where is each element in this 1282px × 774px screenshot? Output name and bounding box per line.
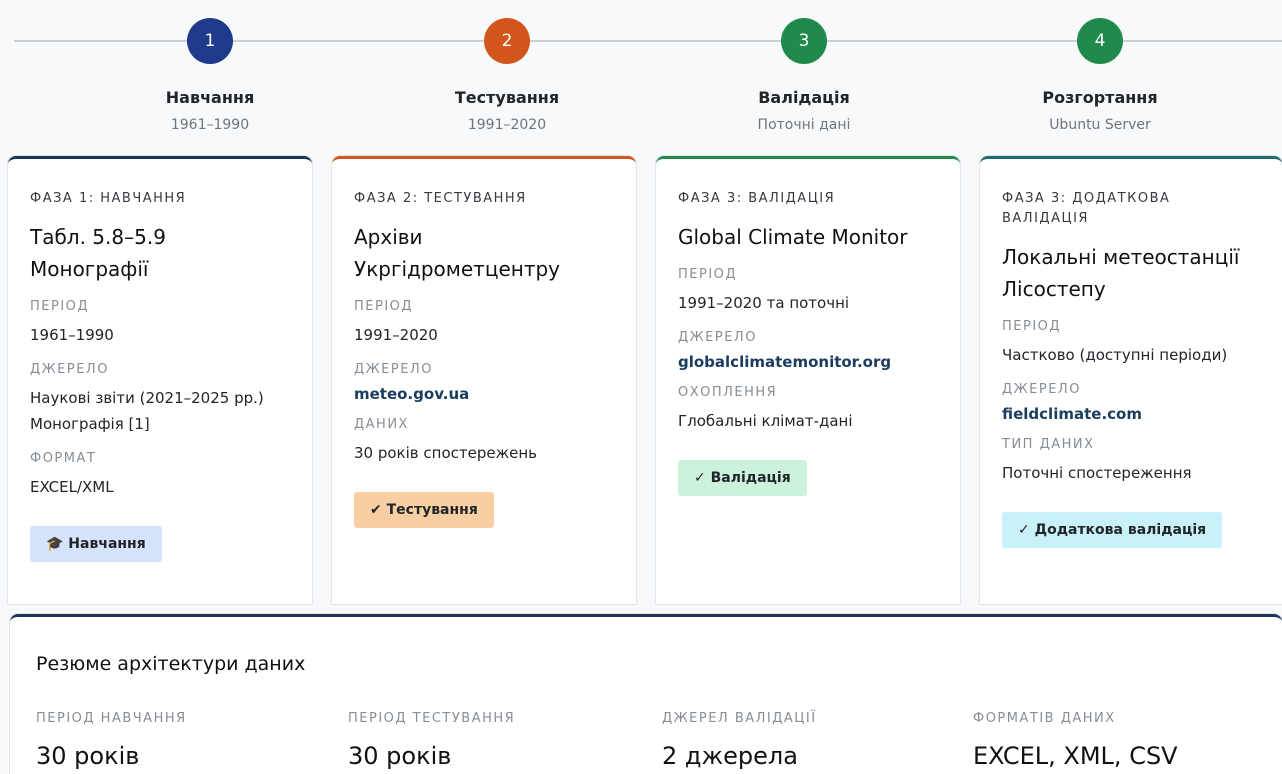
format-value: EXCEL/XML — [30, 478, 114, 496]
source-label: ДЖЕРЕЛО — [354, 362, 433, 377]
step-number-circle: 4 — [1077, 18, 1123, 64]
stat-validation-sources: ДЖЕРЕЛ ВАЛІДАЦІЇ 2 джерела — [662, 711, 817, 770]
stat-value: EXCEL, XML, CSV — [973, 742, 1178, 770]
summary-title: Резюме архітектури даних — [36, 653, 306, 675]
phase-label: ФАЗА 3: ВАЛІДАЦІЯ — [678, 191, 836, 206]
badge-training: 🎓 Навчання — [30, 526, 162, 562]
source-link[interactable]: meteo.gov.ua — [354, 385, 614, 403]
period-value: 1991–2020 та поточні — [678, 294, 850, 312]
badge-extra-validation: ✓ Додаткова валідація — [1002, 512, 1223, 548]
stat-value: 30 років — [348, 742, 452, 770]
stat-value: 2 джерела — [662, 742, 798, 770]
step-title: Навчання — [165, 88, 255, 107]
data-value: 30 років спостережень — [354, 444, 537, 462]
period-value: 1991–2020 — [354, 326, 438, 344]
timeline-step-1: 1 Навчання 1961–1990 — [90, 18, 330, 133]
format-label: ФОРМАТ — [30, 451, 97, 466]
source-link[interactable]: fieldclimate.com — [1002, 405, 1260, 423]
stat-label: ДЖЕРЕЛ ВАЛІДАЦІЇ — [662, 711, 817, 726]
step-number-circle: 3 — [781, 18, 827, 64]
phase-label: ФАЗА 3: ДОДАТКОВА ВАЛІДАЦІЯ — [1002, 191, 1171, 226]
phase-label: ФАЗА 1: НАВЧАННЯ — [30, 191, 187, 206]
stat-value: 30 років — [36, 742, 140, 770]
step-subtitle: 1991–2020 — [467, 117, 547, 133]
data-type-label: ТИП ДАНИХ — [1002, 437, 1095, 452]
stat-label: ПЕРІОД ТЕСТУВАННЯ — [348, 711, 516, 726]
step-subtitle: Поточні дані — [757, 117, 851, 133]
source-label: ДЖЕРЕЛО — [678, 330, 757, 345]
period-label: ПЕРІОД — [30, 299, 90, 314]
period-label: ПЕРІОД — [678, 267, 738, 282]
stat-label: ФОРМАТІВ ДАНИХ — [973, 711, 1116, 726]
period-label: ПЕРІОД — [354, 299, 414, 314]
step-number: 3 — [798, 31, 810, 51]
stat-training-period: ПЕРІОД НАВЧАННЯ 30 років — [36, 711, 187, 770]
step-number: 2 — [501, 31, 513, 51]
source-value: Наукові звіти (2021–2025 рр.) Монографія… — [30, 389, 264, 433]
step-title: Валідація — [758, 88, 850, 107]
data-type-value: Поточні спостереження — [1002, 464, 1192, 482]
period-value: Частково (доступні періоди) — [1002, 346, 1228, 364]
phase-card-extra-validation: ФАЗА 3: ДОДАТКОВА ВАЛІДАЦІЯ Локальні мет… — [980, 156, 1282, 604]
summary-panel: Резюме архітектури даних ПЕРІОД НАВЧАННЯ… — [10, 614, 1282, 774]
card-title: Global Climate Monitor — [678, 225, 908, 249]
coverage-value: Глобальні клімат-дані — [678, 412, 853, 430]
data-label: ДАНИХ — [354, 417, 409, 432]
step-title: Тестування — [454, 88, 560, 107]
timeline-step-3: 3 Валідація Поточні дані — [684, 18, 924, 133]
coverage-label: ОХОПЛЕННЯ — [678, 385, 778, 400]
phase-card-testing: ФАЗА 2: ТЕСТУВАННЯ Архіви Укргідрометцен… — [332, 156, 636, 604]
period-value: 1961–1990 — [30, 326, 114, 344]
period-label: ПЕРІОД — [1002, 319, 1062, 334]
phase-label: ФАЗА 2: ТЕСТУВАННЯ — [354, 191, 527, 206]
card-title: Локальні метеостанції Лісостепу — [1002, 245, 1240, 301]
step-subtitle: 1961–1990 — [170, 117, 250, 133]
step-number-circle: 1 — [187, 18, 233, 64]
card-title: Табл. 5.8–5.9 Монографії — [30, 225, 166, 281]
badge-testing: ✔ Тестування — [354, 492, 494, 528]
card-title: Архіви Укргідрометцентру — [354, 225, 561, 281]
step-subtitle: Ubuntu Server — [1049, 117, 1151, 133]
timeline-step-4: 4 Розгортання Ubuntu Server — [980, 18, 1220, 133]
badge-validation: ✓ Валідація — [678, 460, 807, 496]
stat-data-formats: ФОРМАТІВ ДАНИХ EXCEL, XML, CSV — [973, 711, 1178, 770]
step-number: 1 — [204, 31, 216, 51]
timeline-step-2: 2 Тестування 1991–2020 — [387, 18, 627, 133]
step-number: 4 — [1094, 31, 1106, 51]
source-label: ДЖЕРЕЛО — [1002, 382, 1081, 397]
source-link[interactable]: globalclimatemonitor.org — [678, 353, 938, 371]
step-number-circle: 2 — [484, 18, 530, 64]
stat-testing-period: ПЕРІОД ТЕСТУВАННЯ 30 років — [348, 711, 515, 770]
stat-label: ПЕРІОД НАВЧАННЯ — [36, 711, 187, 726]
step-title: Розгортання — [1042, 88, 1158, 107]
phase-card-training: ФАЗА 1: НАВЧАННЯ Табл. 5.8–5.9 Монографі… — [8, 156, 312, 604]
source-label: ДЖЕРЕЛО — [30, 362, 109, 377]
phase-card-validation: ФАЗА 3: ВАЛІДАЦІЯ Global Climate Monitor… — [656, 156, 960, 604]
